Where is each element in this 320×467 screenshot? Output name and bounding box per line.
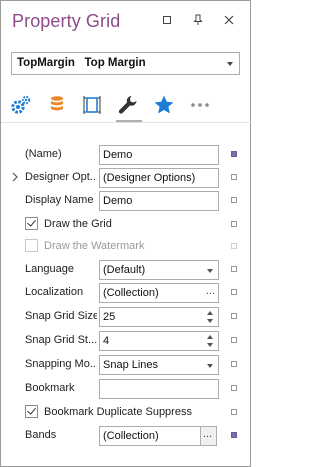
- property-marker[interactable]: [231, 151, 237, 157]
- pin-icon: [193, 14, 203, 25]
- designer-options-field[interactable]: (Designer Options): [99, 168, 219, 188]
- ellipsis-button[interactable]: ...: [206, 285, 215, 297]
- property-row-snap-grid-size: Snap Grid Size 25: [1, 306, 252, 328]
- property-marker[interactable]: [231, 243, 237, 249]
- snap-grid-step-stepper[interactable]: 4: [99, 331, 219, 351]
- property-row-display-name: Display Name Demo: [1, 190, 252, 212]
- property-marker[interactable]: [231, 409, 237, 415]
- database-icon: [51, 96, 63, 111]
- property-marker[interactable]: [231, 313, 237, 319]
- property-row-draw-watermark: Draw the Watermark: [1, 236, 252, 258]
- spin-down-icon[interactable]: [207, 319, 213, 323]
- wrench-icon: [118, 96, 137, 114]
- property-label: Snapping Mo...: [25, 358, 97, 370]
- property-row-language: Language (Default): [1, 259, 252, 281]
- property-row-snap-grid-step: Snap Grid St... 4: [1, 330, 252, 352]
- property-row-localization: Localization (Collection)...: [1, 282, 252, 304]
- property-marker[interactable]: [231, 337, 237, 343]
- property-label: Designer Opt...: [25, 171, 97, 183]
- chevron-down-icon: [207, 364, 213, 368]
- tab-layout[interactable]: [80, 93, 104, 117]
- property-row-snapping-mode: Snapping Mo... Snap Lines: [1, 354, 252, 376]
- property-label: Bookmark Duplicate Suppress: [44, 406, 192, 418]
- property-row-name: (Name) Demo: [1, 144, 252, 166]
- property-marker[interactable]: [231, 289, 237, 295]
- gear-icon: [11, 95, 31, 114]
- tab-data[interactable]: [45, 93, 69, 117]
- property-row-bands: Bands (Collection)...: [1, 425, 252, 447]
- chevron-down-icon: [207, 269, 213, 273]
- property-row-bookmark-duplicate-suppress: Bookmark Duplicate Suppress: [1, 402, 252, 424]
- draw-watermark-checkbox[interactable]: [25, 239, 38, 252]
- star-icon: [154, 95, 174, 114]
- property-label: Snap Grid St...: [25, 334, 97, 346]
- property-label: Draw the Grid: [44, 218, 112, 230]
- language-select[interactable]: (Default): [99, 260, 219, 280]
- close-button[interactable]: [222, 13, 236, 27]
- selected-object-name: TopMargin Top Margin: [17, 57, 146, 69]
- property-label: Localization: [25, 286, 84, 298]
- spin-down-icon[interactable]: [207, 343, 213, 347]
- object-selector[interactable]: TopMargin Top Margin: [11, 52, 240, 75]
- property-row-draw-grid: Draw the Grid: [1, 214, 252, 236]
- property-row-bookmark: Bookmark: [1, 378, 252, 400]
- chevron-right-icon[interactable]: [12, 172, 18, 182]
- checkmark-icon: [27, 217, 36, 227]
- property-marker[interactable]: [231, 174, 237, 180]
- chevron-down-icon: [227, 62, 233, 66]
- property-marker[interactable]: [231, 385, 237, 391]
- category-tabs: [1, 87, 252, 123]
- property-marker[interactable]: [231, 221, 237, 227]
- spin-up-icon[interactable]: [207, 311, 213, 315]
- name-field[interactable]: Demo: [99, 145, 219, 165]
- snapping-mode-select[interactable]: Snap Lines: [99, 355, 219, 375]
- close-icon: [224, 15, 234, 25]
- property-label: (Name): [25, 148, 62, 160]
- display-name-field[interactable]: Demo: [99, 191, 219, 211]
- property-row-designer-options: Designer Opt... (Designer Options): [1, 167, 252, 189]
- tab-more[interactable]: [188, 93, 212, 117]
- property-label: Language: [25, 263, 74, 275]
- more-icon: [191, 103, 209, 107]
- property-label: Bookmark: [25, 382, 75, 394]
- spin-up-icon[interactable]: [207, 335, 213, 339]
- localization-field[interactable]: (Collection)...: [99, 283, 219, 303]
- checkmark-icon: [27, 405, 36, 415]
- property-label: Draw the Watermark: [44, 240, 145, 252]
- tabs-divider: [1, 122, 252, 123]
- property-label: Display Name: [25, 194, 94, 206]
- tab-favorites[interactable]: [152, 93, 176, 117]
- property-label: Snap Grid Size: [25, 310, 97, 322]
- property-marker[interactable]: [231, 361, 237, 367]
- bookmark-field[interactable]: [99, 379, 219, 399]
- property-marker[interactable]: [231, 266, 237, 272]
- pin-button[interactable]: [191, 13, 205, 27]
- property-label: Bands: [25, 429, 57, 441]
- tab-misc[interactable]: [116, 93, 140, 117]
- property-grid-window: Property Grid TopMargin Top Margin (Name…: [0, 0, 252, 467]
- property-marker[interactable]: [231, 197, 237, 203]
- property-marker[interactable]: [231, 432, 237, 438]
- window-title: Property Grid: [12, 11, 121, 31]
- ellipsis-button[interactable]: ...: [200, 427, 216, 445]
- draw-grid-checkbox[interactable]: [25, 217, 38, 230]
- maximize-icon: [163, 16, 171, 24]
- layout-icon: [83, 96, 101, 114]
- bands-field[interactable]: (Collection)...: [99, 426, 217, 446]
- bookmark-duplicate-suppress-checkbox[interactable]: [25, 405, 38, 418]
- maximize-button[interactable]: [160, 13, 174, 27]
- snap-grid-size-stepper[interactable]: 25: [99, 307, 219, 327]
- tab-events[interactable]: [9, 93, 33, 117]
